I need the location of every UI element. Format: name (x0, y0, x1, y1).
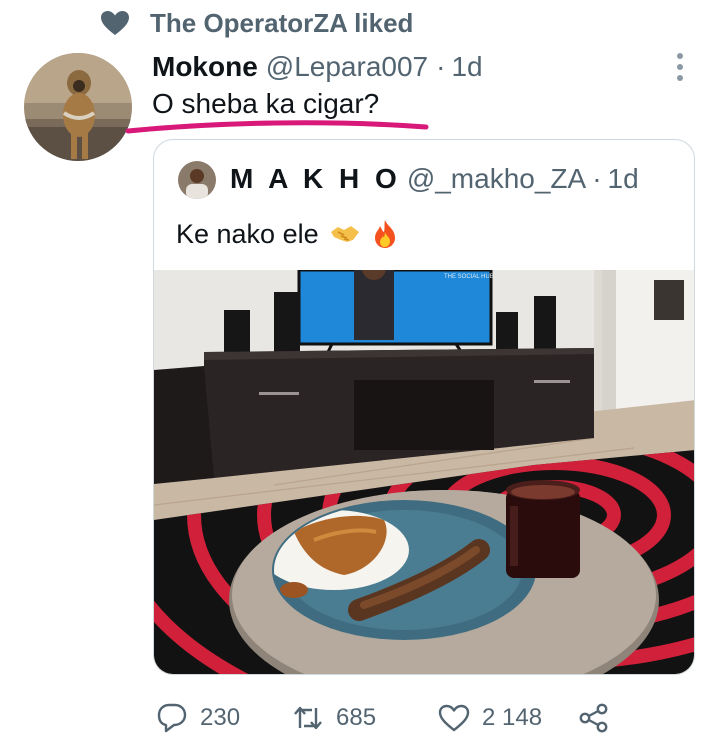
tweet-header: Mokone @Lepara007 · 1d (152, 48, 483, 86)
quoted-text-row: Ke nako ele (176, 218, 401, 250)
author-avatar[interactable] (24, 53, 132, 161)
reply-count: 230 (200, 704, 241, 731)
quoted-author-name[interactable]: M A K H O (230, 163, 401, 195)
reply-icon (157, 703, 187, 733)
tweet-text: O sheba ka cigar? (152, 88, 380, 119)
retweet-button[interactable]: 685 (292, 698, 376, 738)
quoted-time[interactable]: 1d (608, 163, 639, 195)
quoted-text: Ke nako ele (176, 218, 319, 249)
handshake-emoji (330, 226, 359, 242)
like-button[interactable]: 2 148 (438, 698, 542, 738)
tv-caption: THE SOCIAL HUB (444, 274, 494, 280)
more-icon[interactable] (668, 50, 692, 84)
social-context-label: The OperatorZA liked (150, 7, 414, 38)
social-context: The OperatorZA liked (100, 6, 413, 40)
fire-emoji (374, 220, 395, 248)
separator-dot: · (436, 51, 446, 82)
separator-dot: · (592, 163, 602, 194)
action-bar: 230 685 2 148 (150, 698, 620, 738)
quoted-author-handle[interactable]: @_makho_ZA (407, 163, 586, 195)
quoted-author-avatar[interactable] (178, 161, 216, 199)
quoted-header: M A K H O @_makho_ZA · 1d (230, 159, 639, 199)
share-button[interactable] (578, 698, 610, 738)
retweet-count: 685 (336, 704, 377, 731)
author-name[interactable]: Mokone (152, 51, 258, 83)
like-icon (438, 704, 470, 732)
tweet-time[interactable]: 1d (451, 51, 482, 83)
like-count: 2 148 (482, 704, 543, 731)
heart-icon (101, 11, 129, 35)
share-icon (579, 703, 608, 733)
reply-button[interactable]: 230 (156, 698, 240, 738)
quoted-photo[interactable]: THE SOCIAL HUB (154, 270, 695, 675)
author-handle[interactable]: @Lepara007 (266, 51, 428, 83)
retweet-icon (294, 706, 322, 730)
quoted-tweet[interactable]: M A K H O @_makho_ZA · 1d Ke nako ele TH… (153, 139, 695, 675)
